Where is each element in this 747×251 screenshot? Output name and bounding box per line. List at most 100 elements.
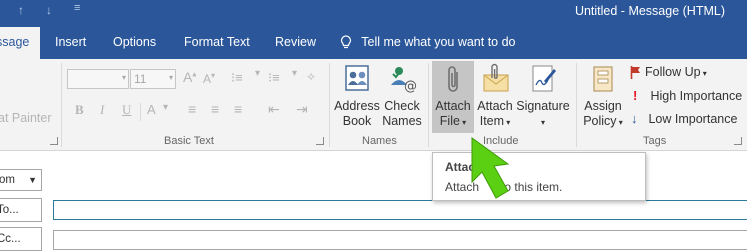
check-names-line1: Check xyxy=(384,99,420,113)
basic-text-dialog-launcher[interactable] xyxy=(316,137,324,145)
chevron-down-icon: ▾ xyxy=(540,118,545,127)
tab-format-text[interactable]: Format Text xyxy=(184,27,250,59)
font-color-button[interactable]: A xyxy=(147,102,156,117)
down-arrow-icon: ↓ xyxy=(631,111,638,126)
attach-item-line2: Item xyxy=(479,114,505,128)
low-importance-label: Low Importance xyxy=(648,112,738,126)
group-separator xyxy=(576,63,577,147)
tab-options[interactable]: Options xyxy=(113,27,156,59)
group-label-basic-text: Basic Text xyxy=(164,135,214,147)
group-separator xyxy=(61,63,62,147)
group-separator xyxy=(329,63,330,147)
undo-arrow-icon[interactable]: ↑ xyxy=(18,3,24,17)
check-names-icon: @ xyxy=(391,67,417,94)
chevron-down-icon[interactable]: ▾ xyxy=(255,68,260,79)
attach-item-button[interactable]: Attach Item ▾ xyxy=(475,61,515,133)
outlook-message-window: ↑ ↓ ≡ Untitled - Message (HTML) ssage In… xyxy=(0,0,747,251)
tell-me-search[interactable]: Tell me what you want to do xyxy=(340,27,516,59)
chevron-down-icon: ▾ xyxy=(168,73,173,82)
redo-arrow-icon[interactable]: ↓ xyxy=(46,3,52,17)
assign-policy-line2: Policy xyxy=(583,114,617,128)
cc-field[interactable] xyxy=(53,230,747,250)
flag-icon xyxy=(630,66,640,80)
green-pointer-arrow-icon xyxy=(471,137,510,199)
toolbar-divider xyxy=(140,103,141,121)
svg-text:@: @ xyxy=(404,79,417,94)
chevron-down-icon: ▾ xyxy=(459,118,467,127)
attach-file-label: Attach File ▾ xyxy=(432,99,474,130)
cc-label: Cc... xyxy=(0,233,21,245)
bold-button[interactable]: B xyxy=(75,102,84,118)
to-label: To... xyxy=(0,204,19,216)
attach-file-line1: Attach xyxy=(435,99,471,113)
align-center-icon[interactable]: ≡ xyxy=(211,101,219,117)
signature-icon xyxy=(532,65,556,92)
exclamation-icon: ! xyxy=(633,88,638,103)
numbering-icon[interactable]: ⁝≡ xyxy=(268,70,280,86)
tell-me-label: Tell me what you want to do xyxy=(361,35,516,49)
title-bar: ↑ ↓ ≡ Untitled - Message (HTML) xyxy=(0,0,747,27)
attach-item-line1: Attach xyxy=(477,99,513,113)
shrink-font-icon[interactable]: A▾ xyxy=(203,71,215,86)
font-size-combobox[interactable]: 11 ▾ xyxy=(130,69,176,89)
address-book-line1: Address xyxy=(334,99,380,113)
check-names-button[interactable]: @ Check Names xyxy=(380,61,424,133)
address-book-button[interactable]: Address Book xyxy=(334,61,380,133)
clipboard-dialog-launcher[interactable] xyxy=(50,137,58,145)
follow-up-button[interactable]: Follow Up ▾ xyxy=(630,65,707,80)
tab-message-label: ssage xyxy=(0,35,30,49)
format-painter-button[interactable]: at Painter xyxy=(0,111,52,125)
attach-item-label: Attach Item ▾ xyxy=(475,99,515,130)
chevron-down-icon: ▼ xyxy=(28,175,37,185)
paperclip-icon xyxy=(448,66,458,92)
chevron-down-icon[interactable]: ▾ xyxy=(163,102,168,113)
ribbon-tab-row: ssage Insert Options Format Text Review … xyxy=(0,27,747,59)
chevron-down-icon[interactable]: ▾ xyxy=(292,68,297,79)
align-left-icon[interactable]: ≡ xyxy=(188,101,196,117)
signature-label: Signature ▾ xyxy=(516,99,570,130)
to-field[interactable] xyxy=(53,200,747,220)
address-book-line2: Book xyxy=(342,114,372,128)
italic-button[interactable]: I xyxy=(100,102,104,118)
tab-insert[interactable]: Insert xyxy=(55,27,86,59)
attach-file-button[interactable]: Attach File ▾ xyxy=(432,61,474,133)
signature-button[interactable]: Signature ▾ xyxy=(516,61,570,133)
font-name-combobox[interactable]: ▾ xyxy=(67,69,129,89)
assign-policy-button[interactable]: Assign Policy ▾ xyxy=(580,61,626,133)
tags-dialog-launcher[interactable] xyxy=(734,137,742,145)
from-label: om xyxy=(0,174,15,186)
high-importance-button[interactable]: ! High Importance xyxy=(633,88,742,103)
window-title: Untitled - Message (HTML) xyxy=(574,4,725,18)
address-book-label: Address Book xyxy=(334,99,380,129)
attach-item-icon xyxy=(483,63,509,92)
check-names-label: Check Names xyxy=(380,99,424,129)
increase-indent-icon[interactable]: ⇥ xyxy=(296,101,308,118)
align-right-icon[interactable]: ≡ xyxy=(234,101,242,117)
from-button[interactable]: om ▼ xyxy=(0,169,42,191)
chevron-down-icon: ▾ xyxy=(700,69,707,78)
chevron-down-icon: ▾ xyxy=(616,118,623,127)
tab-review[interactable]: Review xyxy=(275,27,316,59)
ribbon: at Painter ▾ 11 ▾ A▴ A▾ ⁝≡ ▾ ⁝≡ ▾ ✧ B I … xyxy=(0,59,747,151)
group-label-names: Names xyxy=(362,135,397,147)
grow-font-icon[interactable]: A▴ xyxy=(183,69,196,85)
high-importance-label: High Importance xyxy=(650,89,743,103)
follow-up-label: Follow Up xyxy=(645,65,701,79)
assign-policy-line1: Assign xyxy=(584,99,622,113)
lightbulb-icon xyxy=(340,35,352,49)
assign-policy-icon xyxy=(593,66,613,92)
bullets-icon[interactable]: ⁝≡ xyxy=(231,70,243,86)
to-button[interactable]: To... xyxy=(0,198,42,222)
low-importance-button[interactable]: ↓ Low Importance xyxy=(631,111,737,126)
chevron-down-icon: ▾ xyxy=(504,118,511,127)
clear-formatting-icon[interactable]: ✧ xyxy=(306,70,316,84)
cc-button[interactable]: Cc... xyxy=(0,227,42,251)
decrease-indent-icon[interactable]: ⇤ xyxy=(268,101,280,118)
font-size-value: 11 xyxy=(134,72,147,86)
customize-qat-icon[interactable]: ≡ xyxy=(74,2,80,14)
group-separator xyxy=(428,63,429,147)
chevron-down-icon: ▾ xyxy=(121,73,126,82)
underline-button[interactable]: U xyxy=(122,102,131,118)
assign-policy-label: Assign Policy ▾ xyxy=(580,99,626,130)
tab-message[interactable]: ssage xyxy=(0,27,40,59)
